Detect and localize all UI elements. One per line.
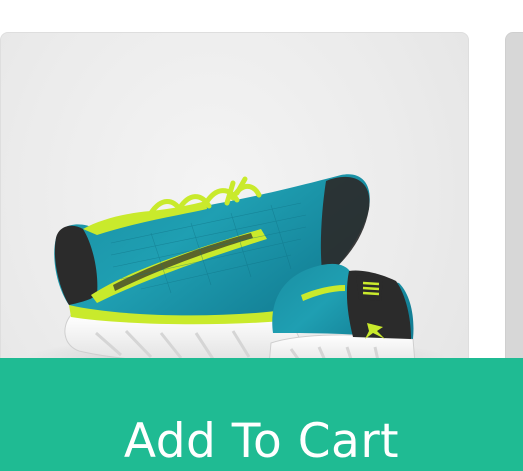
add-to-cart-label: Add To Cart — [123, 414, 400, 469]
product-carousel: Add To Cart — [0, 0, 523, 471]
add-to-cart-button[interactable]: Add To Cart — [0, 358, 523, 471]
